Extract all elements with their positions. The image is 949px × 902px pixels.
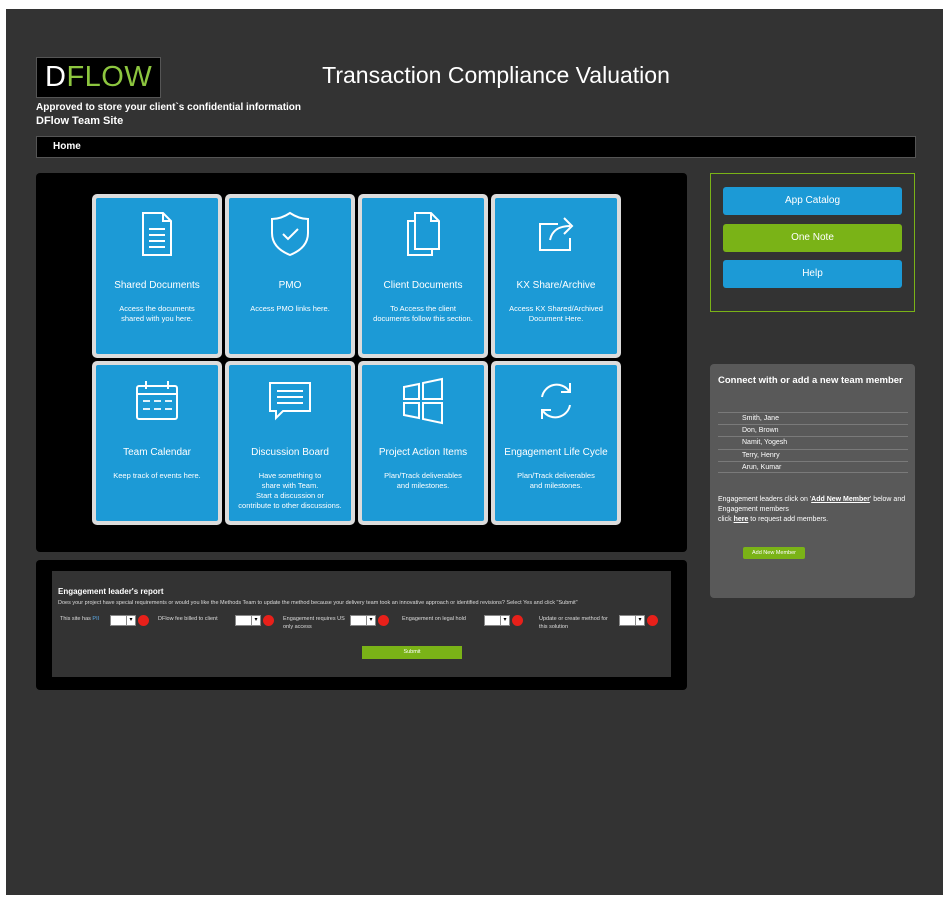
team-member-row[interactable]: Terry, Henry [718, 449, 908, 461]
fee-select[interactable]: ▾ [235, 615, 261, 626]
chevron-down-icon: ▾ [251, 616, 260, 625]
tile-pmo[interactable]: PMO Access PMO links here. [225, 194, 355, 358]
tile-kx-share-archive[interactable]: KX Share/Archive Access KX Shared/Archiv… [491, 194, 621, 358]
us-access-field-label: Engagement requires US only access [283, 616, 345, 630]
app-catalog-button[interactable]: App Catalog [723, 187, 902, 215]
tile-client-documents[interactable]: Client Documents To Access the client do… [358, 194, 488, 358]
tile-description: Access PMO links here. [250, 304, 330, 313]
logo-d: D [45, 61, 67, 93]
pii-link[interactable]: PII [92, 616, 99, 622]
logo-flow: FLOW [66, 61, 153, 93]
tile-description: Access the documents shared with you her… [119, 304, 195, 323]
add-new-member-link[interactable]: Add New Member [811, 496, 870, 503]
calendar-icon [96, 377, 218, 425]
team-member-row[interactable]: Smith, Jane [718, 412, 908, 424]
share-icon [495, 210, 617, 258]
tile-description: Access KX Shared/Archived Document Here. [509, 304, 603, 323]
team-member-row[interactable]: Namit, Yogesh [718, 436, 908, 448]
chevron-down-icon: ▾ [500, 616, 509, 625]
engagement-instructions: Engagement leaders click on 'Add New Mem… [718, 495, 910, 525]
tile-description: Plan/Track deliverables and milestones. [517, 471, 595, 490]
tile-description: Keep track of events here. [113, 471, 201, 480]
engagement-report-panel: Engagement leader's report Does your pro… [36, 560, 687, 690]
dflow-logo[interactable]: DFLOW [36, 57, 161, 98]
pii-field-label: This site has PII [60, 615, 99, 623]
tile-title: PMO [278, 280, 302, 291]
shield-check-icon [229, 210, 351, 258]
pii-clear-icon[interactable] [138, 615, 149, 626]
page-title: Transaction Compliance Valuation [322, 62, 670, 88]
tile-shared-documents[interactable]: Shared Documents Access the documents sh… [92, 194, 222, 358]
submit-button[interactable]: Submit [362, 646, 462, 659]
report-title: Engagement leader's report [58, 587, 164, 596]
tile-title: Engagement Life Cycle [504, 447, 608, 458]
team-members-panel: Connect with or add a new team member Sm… [710, 364, 915, 598]
team-panel-heading: Connect with or add a new team member [718, 375, 903, 386]
tile-project-action-items[interactable]: Project Action Items Plan/Track delivera… [358, 361, 488, 525]
engage-text-3: click [718, 516, 734, 523]
approved-notice: Approved to store your client`s confiden… [36, 102, 302, 113]
legal-hold-clear-icon[interactable] [512, 615, 523, 626]
tile-title: KX Share/Archive [516, 280, 596, 291]
page-frame: DFLOW Transaction Compliance Valuation A… [6, 9, 943, 895]
tile-engagement-life-cycle[interactable]: Engagement Life Cycle Plan/Track deliver… [491, 361, 621, 525]
fee-clear-icon[interactable] [263, 615, 274, 626]
team-site-label: DFlow Team Site [36, 115, 124, 127]
tile-description: Plan/Track deliverables and milestones. [384, 471, 462, 490]
top-nav-bar: Home [36, 136, 916, 158]
pii-label-text: This site has [60, 616, 91, 622]
tile-team-calendar[interactable]: Team Calendar Keep track of events here. [92, 361, 222, 525]
tile-title: Client Documents [383, 280, 463, 291]
report-description: Does your project have special requireme… [58, 600, 578, 606]
tiles-panel: Shared Documents Access the documents sh… [36, 173, 687, 552]
update-method-clear-icon[interactable] [647, 615, 658, 626]
tile-discussion-board[interactable]: Discussion Board Have something to share… [225, 361, 355, 525]
engage-text-4: to request add members. [748, 516, 829, 523]
team-member-row[interactable]: Don, Brown [718, 424, 908, 436]
add-new-member-button[interactable]: Add New Member [743, 547, 805, 559]
chevron-down-icon: ▾ [635, 616, 644, 625]
us-access-select[interactable]: ▾ [350, 615, 376, 626]
windows-icon [362, 377, 484, 425]
update-method-field-label: Update or create method for this solutio… [539, 616, 608, 630]
engagement-report-form: Engagement leader's report Does your pro… [52, 571, 671, 677]
here-link[interactable]: here [734, 516, 749, 523]
fee-field-label: DFlow fee billed to client [158, 616, 218, 622]
tile-description: To Access the client documents follow th… [373, 304, 473, 323]
engage-text-1: Engagement leaders click on ' [718, 496, 812, 503]
help-button[interactable]: Help [723, 260, 902, 288]
update-method-select[interactable]: ▾ [619, 615, 645, 626]
chat-bubble-icon [229, 377, 351, 425]
one-note-button[interactable]: One Note [723, 224, 902, 252]
legal-hold-field-label: Engagement on legal hold [402, 616, 466, 622]
document-icon [96, 210, 218, 258]
tile-description: Have something to share with Team. Start… [238, 471, 342, 510]
chevron-down-icon: ▾ [366, 616, 375, 625]
tile-title: Discussion Board [251, 447, 329, 458]
tile-title: Shared Documents [114, 280, 200, 291]
tile-title: Project Action Items [378, 447, 468, 458]
nav-home-link[interactable]: Home [53, 141, 81, 152]
copy-documents-icon [362, 210, 484, 258]
pii-select[interactable]: ▾ [110, 615, 136, 626]
chevron-down-icon: ▾ [126, 616, 135, 625]
team-member-row[interactable]: Arun, Kumar [718, 461, 908, 473]
quick-links-panel: App Catalog One Note Help [710, 173, 915, 312]
refresh-cycle-icon [495, 377, 617, 425]
tile-title: Team Calendar [123, 447, 191, 458]
us-access-clear-icon[interactable] [378, 615, 389, 626]
legal-hold-select[interactable]: ▾ [484, 615, 510, 626]
